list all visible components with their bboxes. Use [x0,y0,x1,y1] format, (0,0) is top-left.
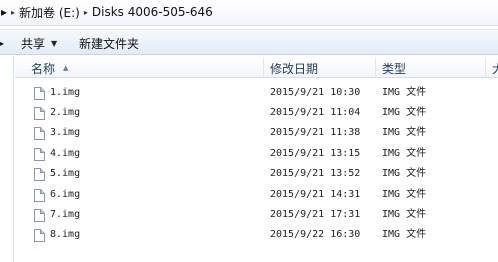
column-size-label: 大 [492,60,498,77]
list-item[interactable]: 5.img 2015/9/21 13:52 IMG 文件 [15,164,498,184]
file-modified: 2015/9/21 17:31 [270,209,361,220]
list-item[interactable]: 3.img 2015/9/21 11:38 IMG 文件 [15,123,498,143]
file-type: IMG 文件 [382,148,427,159]
file-modified: 2015/9/22 16:30 [270,229,361,240]
toolbar-overflow-icon[interactable]: ▸ [0,34,4,52]
file-name: 6.img [50,189,81,200]
file-modified: 2015/9/21 11:04 [270,107,361,118]
column-headers: 名称 ▲ 修改日期 类型 大 [15,58,498,78]
file-icon [34,189,45,202]
file-name: 8.img [50,229,81,240]
column-header-size[interactable]: 大 [486,58,498,78]
list-item[interactable]: 8.img 2015/9/22 16:30 IMG 文件 [15,225,498,245]
column-header-name[interactable]: 名称 ▲ [15,58,264,78]
new-folder-label: 新建文件夹 [79,36,140,51]
sort-ascending-icon: ▲ [63,64,69,72]
file-modified: 2015/9/21 11:38 [270,127,361,138]
share-button[interactable]: 共享 ▼ [21,34,57,52]
file-name: 7.img [50,209,81,220]
file-type: IMG 文件 [382,107,427,118]
file-type: IMG 文件 [382,127,427,138]
address-bar[interactable]: ▸ ▸ 新加卷 (E:) ▸ Disks 4006-505-646 [0,0,498,26]
file-name: 3.img [50,127,81,138]
file-modified: 2015/9/21 10:30 [270,87,361,98]
breadcrumb-folder[interactable]: Disks 4006-505-646 [92,5,213,19]
file-modified: 2015/9/21 13:15 [270,148,361,159]
file-icon [34,148,45,161]
file-type: IMG 文件 [382,229,427,240]
file-name: 4.img [50,148,81,159]
navigation-pane[interactable] [0,56,14,262]
file-modified: 2015/9/21 13:52 [270,168,361,179]
column-header-modified[interactable]: 修改日期 [264,58,376,78]
file-type: IMG 文件 [382,209,427,220]
column-name-label: 名称 [31,61,56,76]
list-item[interactable]: 4.img 2015/9/21 13:15 IMG 文件 [15,144,498,164]
chevron-icon: ▸ [11,7,16,17]
file-icon [34,168,45,181]
file-icon [34,87,45,100]
file-icon [34,107,45,120]
file-name: 1.img [50,87,81,98]
list-item[interactable]: 7.img 2015/9/21 17:31 IMG 文件 [15,205,498,225]
list-item[interactable]: 6.img 2015/9/21 14:31 IMG 文件 [15,185,498,205]
breadcrumb: ▸ ▸ 新加卷 (E:) ▸ Disks 4006-505-646 [0,2,213,22]
breadcrumb-overflow-icon[interactable]: ▸ [1,5,7,19]
file-icon [34,229,45,242]
command-bar: ▸ 共享 ▼ 新建文件夹 [0,29,498,55]
chevron-icon[interactable]: ▸ [84,8,88,17]
breadcrumb-drive[interactable]: 新加卷 (E:) [19,4,80,21]
column-header-type[interactable]: 类型 [376,58,486,78]
list-item[interactable]: 1.img 2015/9/21 10:30 IMG 文件 [15,83,498,103]
file-type: IMG 文件 [382,168,427,179]
new-folder-button[interactable]: 新建文件夹 [79,34,139,52]
chevron-down-icon: ▼ [51,38,58,48]
column-type-label: 类型 [382,61,407,76]
column-modified-label: 修改日期 [270,61,319,76]
file-type: IMG 文件 [382,87,427,98]
file-modified: 2015/9/21 14:31 [270,189,361,200]
list-item[interactable]: 2.img 2015/9/21 11:04 IMG 文件 [15,103,498,123]
file-icon [34,209,45,222]
file-type: IMG 文件 [382,189,427,200]
file-icon [34,127,45,140]
file-name: 5.img [50,168,81,179]
share-label: 共享 [21,36,46,51]
file-name: 2.img [50,107,81,118]
